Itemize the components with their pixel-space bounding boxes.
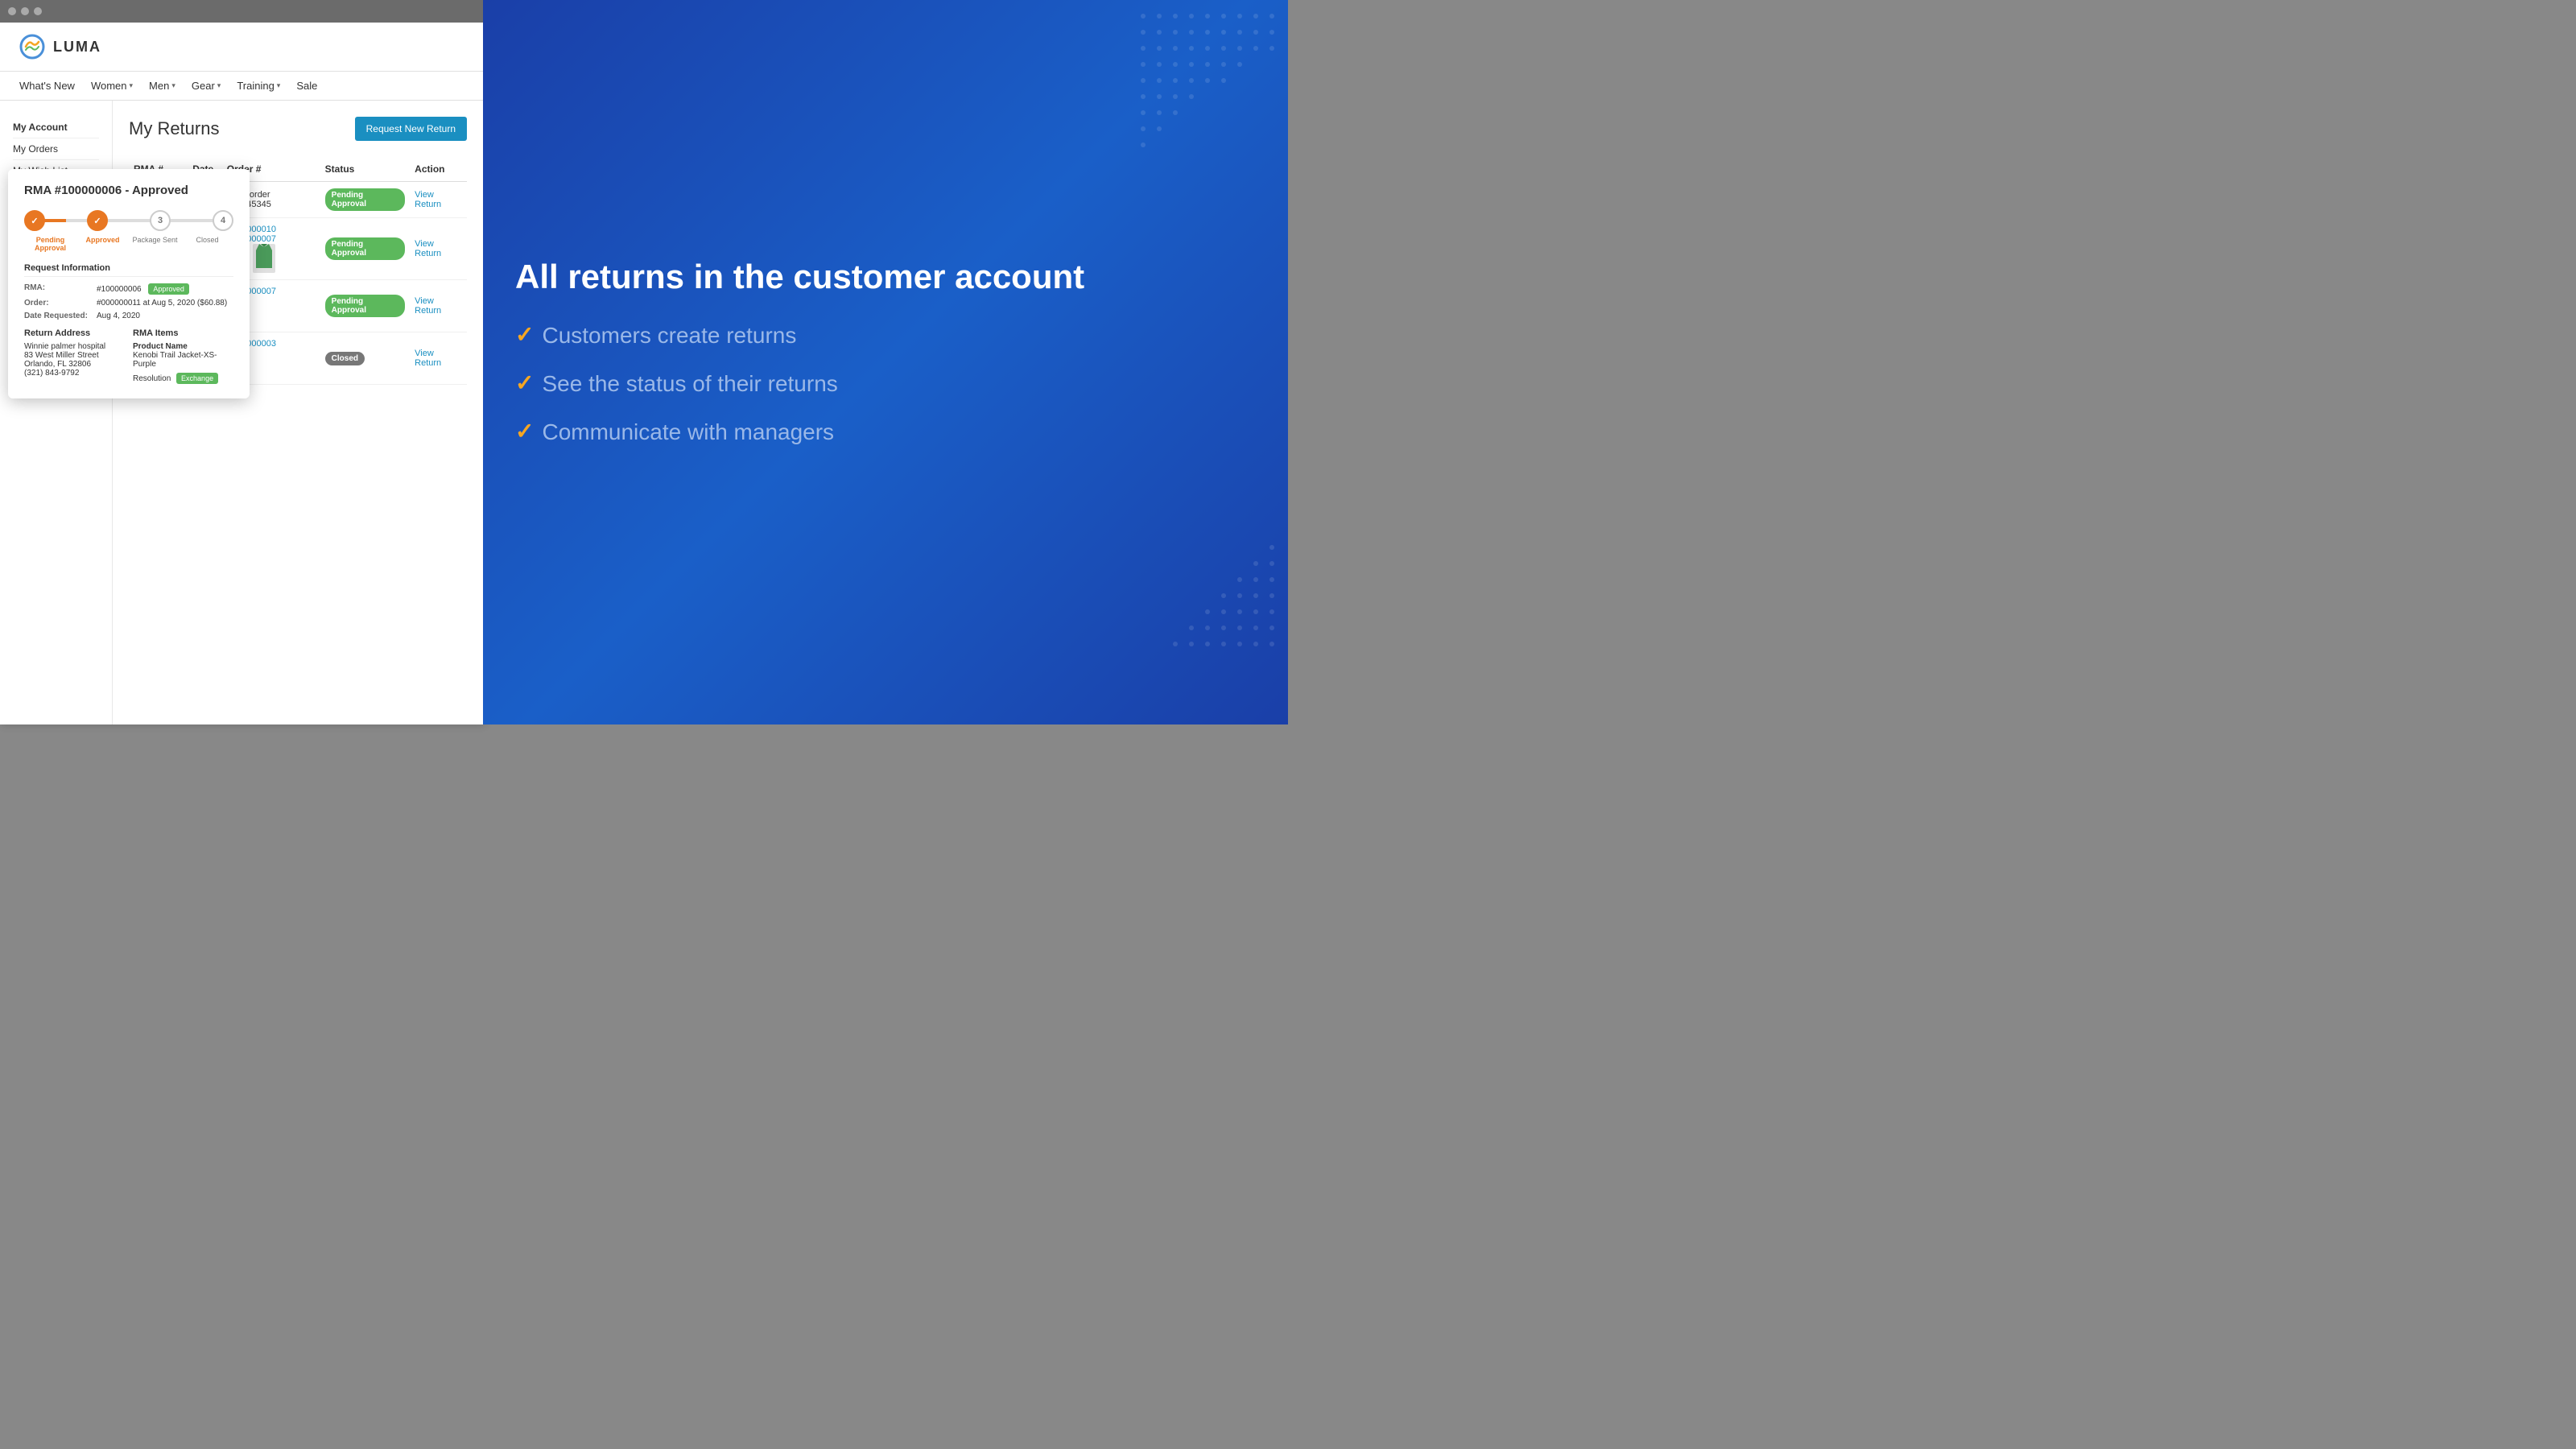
progress-track-2 — [106, 219, 151, 222]
feature-item-1: ✓ Customers create returns — [515, 321, 1256, 350]
nav-men[interactable]: Men ▾ — [149, 80, 175, 92]
product-name-value: Kenobi Trail Jacket-XS-Purple — [133, 351, 233, 369]
date-value: Aug 4, 2020 — [97, 312, 140, 320]
resolution-badge: Exchange — [176, 373, 218, 384]
view-return-link[interactable]: View Return — [415, 239, 441, 258]
rma-popup: RMA #100000006 - Approved ✓ ✓ 3 4 Pendin… — [8, 169, 250, 398]
action-cell: View Return — [410, 182, 467, 218]
order-value: #000000011 at Aug 5, 2020 ($60.88) — [97, 299, 227, 308]
action-cell: View Return — [410, 332, 467, 385]
request-new-return-button[interactable]: Request New Return — [355, 117, 467, 141]
resolution-row: Resolution Exchange — [133, 373, 233, 384]
status-cell: Pending Approval — [320, 280, 411, 332]
jacket-icon — [253, 244, 275, 273]
address-line-1: Winnie palmer hospital — [24, 342, 125, 351]
date-info-row: Date Requested: Aug 4, 2020 — [24, 312, 233, 320]
store-nav: What's New Women ▾ Men ▾ Gear ▾ Training… — [0, 72, 483, 101]
status-badge: Pending Approval — [325, 295, 406, 317]
two-col-section: Return Address Winnie palmer hospital 83… — [24, 328, 233, 384]
rma-items-col: RMA Items Product Name Kenobi Trail Jack… — [133, 328, 233, 384]
product-thumb-2 — [253, 244, 275, 273]
store-header: LUMA — [0, 23, 483, 72]
status-cell: Pending Approval — [320, 218, 411, 280]
address-line-2: 83 West Miller Street — [24, 351, 125, 360]
step-1: ✓ — [24, 210, 45, 231]
nav-whats-new[interactable]: What's New — [19, 80, 75, 92]
step-4: 4 — [213, 210, 233, 231]
luma-logo-text: LUMA — [53, 39, 101, 56]
browser-dot-2 — [21, 7, 29, 15]
order-info-row: Order: #000000011 at Aug 5, 2020 ($60.88… — [24, 299, 233, 308]
browser-dot-1 — [8, 7, 16, 15]
progress-track-1 — [43, 219, 89, 222]
date-label: Date Requested: — [24, 312, 97, 320]
browser-dot-3 — [34, 7, 42, 15]
nav-sale[interactable]: Sale — [296, 80, 317, 92]
right-panel: All returns in the customer account ✓ Cu… — [483, 0, 1288, 724]
return-address-col: Return Address Winnie palmer hospital 83… — [24, 328, 125, 384]
view-return-link[interactable]: View Return — [415, 349, 441, 368]
action-cell: View Return — [410, 280, 467, 332]
return-address-title: Return Address — [24, 328, 125, 338]
chevron-down-icon: ▾ — [130, 81, 134, 90]
progress-bar: ✓ ✓ 3 4 — [24, 210, 233, 231]
rma-info-row: RMA: #100000006 Approved — [24, 283, 233, 295]
chevron-down-icon: ▾ — [277, 81, 281, 90]
dot-pattern-top — [1127, 0, 1288, 161]
nav-training[interactable]: Training ▾ — [237, 80, 280, 92]
nav-women[interactable]: Women ▾ — [91, 80, 133, 92]
check-icon-2: ✓ — [515, 369, 534, 397]
returns-header: My Returns Request New Return — [129, 117, 467, 141]
col-action: Action — [410, 157, 467, 182]
left-panel: LUMA What's New Women ▾ Men ▾ Gear ▾ Tra… — [0, 0, 483, 724]
feature-text-1: Customers create returns — [542, 321, 796, 350]
step-label-4: Closed — [181, 236, 233, 252]
rma-value: #100000006 Approved — [97, 283, 189, 295]
order-label: Order: — [24, 299, 97, 308]
returns-title: My Returns — [129, 118, 219, 139]
status-cell: Closed — [320, 332, 411, 385]
check-icon-1: ✓ — [515, 321, 534, 349]
approved-badge: Approved — [148, 283, 189, 295]
resolution-label: Resolution — [133, 374, 171, 383]
progress-track-3 — [169, 219, 214, 222]
step-label-1: Pending Approval — [24, 236, 76, 252]
step-label-3: Package Sent — [129, 236, 181, 252]
sidebar-item-my-orders[interactable]: My Orders — [13, 138, 99, 160]
rma-popup-title: RMA #100000006 - Approved — [24, 184, 233, 197]
check-icon-3: ✓ — [515, 418, 534, 445]
feature-text-3: Communicate with managers — [542, 418, 834, 447]
status-badge: Pending Approval — [325, 188, 406, 211]
chevron-down-icon: ▾ — [171, 81, 175, 90]
feature-item-2: ✓ See the status of their returns — [515, 369, 1256, 398]
status-badge: Pending Approval — [325, 237, 406, 260]
feature-text-2: See the status of their returns — [542, 369, 837, 398]
chevron-down-icon: ▾ — [217, 81, 221, 90]
luma-logo-icon — [19, 34, 45, 60]
browser-bar — [0, 0, 483, 23]
col-status: Status — [320, 157, 411, 182]
rma-items-title: RMA Items — [133, 328, 233, 338]
address-line-3: Orlando, FL 32806 — [24, 360, 125, 369]
right-panel-title: All returns in the customer account — [515, 258, 1256, 296]
dot-pattern-bottom — [1127, 499, 1288, 660]
request-info-title: Request Information — [24, 263, 233, 277]
feature-item-3: ✓ Communicate with managers — [515, 418, 1256, 447]
action-cell: View Return — [410, 218, 467, 280]
progress-fill — [43, 219, 66, 222]
address-line-4: (321) 843-9792 — [24, 369, 125, 378]
progress-labels: Pending Approval Approved Package Sent C… — [24, 236, 233, 252]
view-return-link[interactable]: View Return — [415, 296, 441, 316]
step-2: ✓ — [87, 210, 108, 231]
nav-gear[interactable]: Gear ▾ — [192, 80, 221, 92]
status-cell: Pending Approval — [320, 182, 411, 218]
rma-label: RMA: — [24, 283, 97, 295]
status-badge: Closed — [325, 352, 365, 365]
step-label-2: Approved — [76, 236, 129, 252]
step-3: 3 — [150, 210, 171, 231]
product-name-label: Product Name — [133, 342, 233, 351]
sidebar-item-my-account[interactable]: My Account — [13, 117, 99, 138]
view-return-link[interactable]: View Return — [415, 190, 441, 209]
